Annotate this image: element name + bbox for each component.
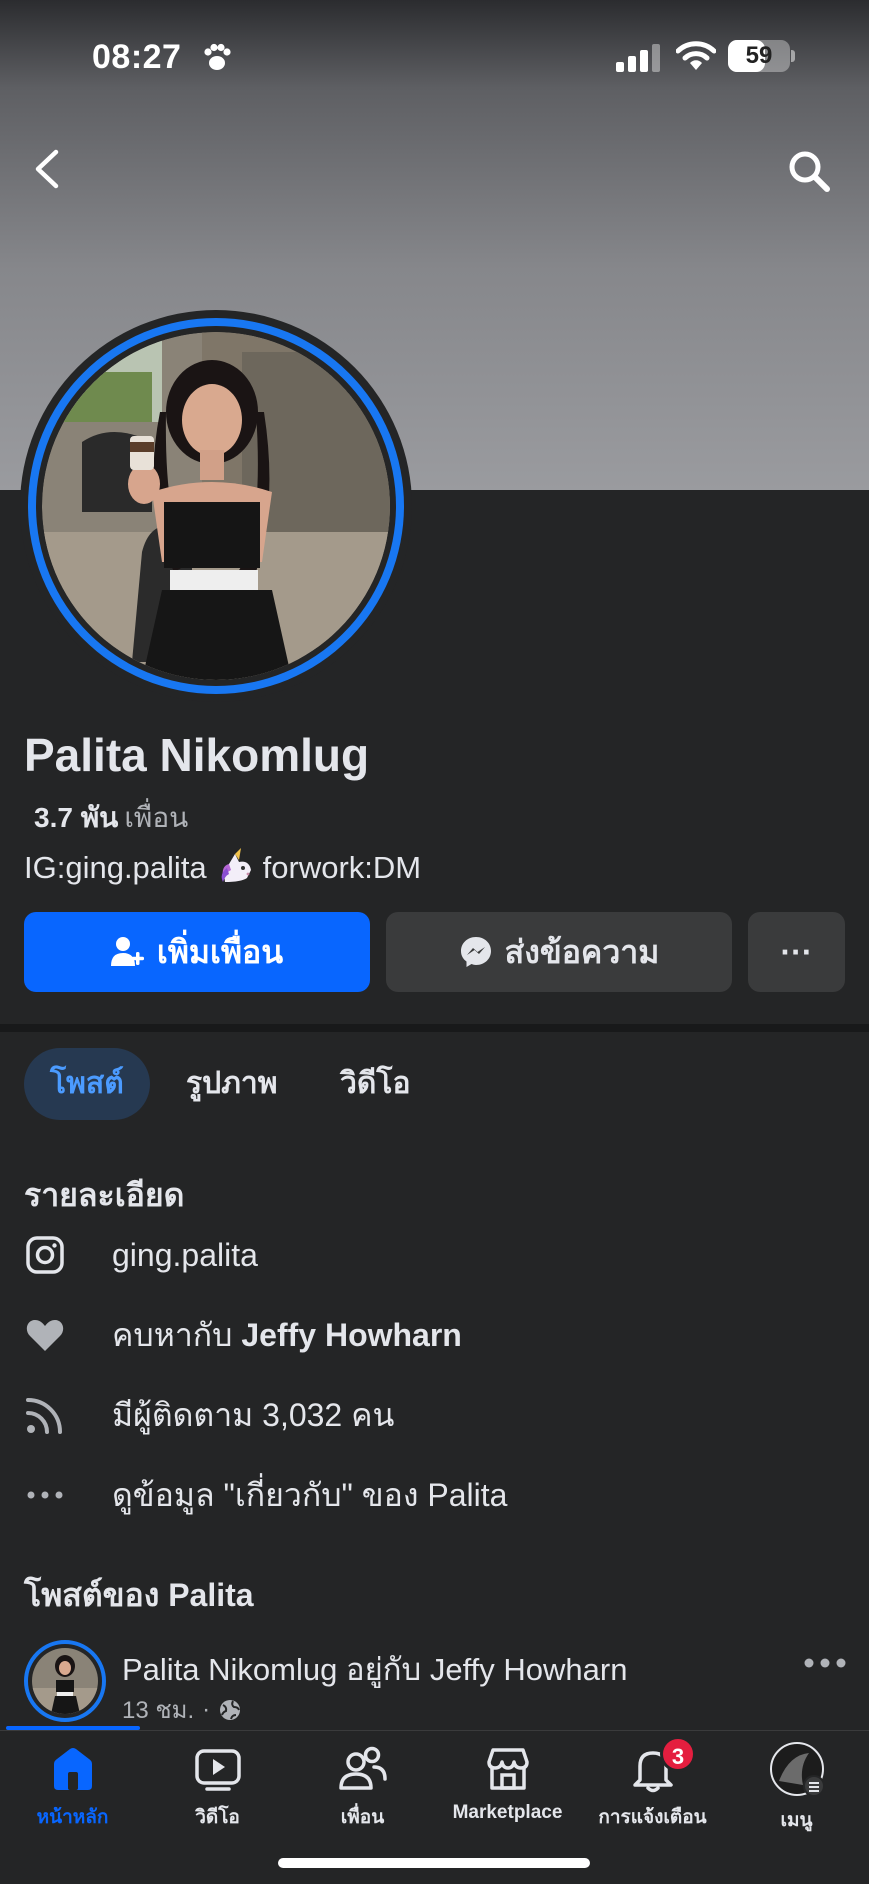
post-time[interactable]: 13 ชม. [122, 1690, 194, 1729]
post-author-name[interactable]: Palita Nikomlug [122, 1652, 337, 1687]
post-options-icon[interactable] [802, 1656, 848, 1670]
heart-icon [24, 1314, 66, 1356]
battery-tip [791, 50, 795, 62]
detail-about[interactable]: ดูข้อมูล "เกี่ยวกับ" ของ Palita [24, 1470, 507, 1520]
nav-marketplace-label: Marketplace [452, 1802, 563, 1823]
status-bar: 08:27 59 [0, 0, 869, 110]
detail-instagram[interactable]: ging.palita [24, 1230, 258, 1280]
post-header: Palita Nikomlug อยู่กับ Jeffy Howharn [122, 1644, 627, 1694]
bio-work: forwork:DM [262, 850, 422, 885]
tab-photos[interactable]: รูปภาพ [160, 1048, 304, 1120]
unicorn-emoji-icon [221, 848, 251, 882]
detail-followers[interactable]: มีผู้ติดตาม 3,032 คน [24, 1390, 394, 1440]
bio-instagram: IG:ging.palita [24, 850, 207, 885]
friends-count-value: 3.7 พัน [34, 802, 119, 833]
rss-icon [24, 1394, 66, 1436]
more-options-label: ··· [780, 933, 813, 970]
posts-title: โพสต์ของ Palita [24, 1577, 254, 1613]
home-icon [53, 1748, 92, 1790]
section-divider [0, 1024, 869, 1032]
nav-video-label: วิดีโอ [195, 1807, 240, 1828]
post-tagged-name[interactable]: Jeffy Howharn [430, 1652, 628, 1687]
globe-icon [220, 1699, 241, 1720]
nav-video[interactable]: วิดีโอ [145, 1744, 290, 1844]
profile-name: Palita Nikomlug [24, 729, 370, 781]
nav-home[interactable]: หน้าหลัก [0, 1744, 145, 1844]
instagram-icon [24, 1234, 66, 1276]
cellular-signal-icon [616, 44, 660, 72]
nav-menu[interactable]: เมนู [724, 1742, 869, 1844]
message-label: ส่งข้อความ [504, 933, 660, 970]
relationship-partner[interactable]: Jeffy Howharn [241, 1317, 461, 1353]
post-author-avatar[interactable] [24, 1640, 106, 1722]
nav-home-label: หน้าหลัก [36, 1807, 109, 1828]
menu-avatar-icon [769, 1742, 825, 1797]
story-ring [28, 318, 404, 694]
video-icon [194, 1749, 241, 1791]
back-icon[interactable] [28, 146, 68, 192]
friends-count-label: เพื่อน [124, 802, 189, 833]
tab-videos[interactable]: วิดีโอ [314, 1048, 436, 1120]
add-friend-button[interactable]: เพิ่มเพื่อน [24, 912, 370, 992]
details-title: รายละเอียด [24, 1177, 185, 1213]
messenger-icon [460, 937, 491, 967]
nav-friends-label: เพื่อน [340, 1807, 385, 1828]
relationship-prefix: คบหากับ [112, 1316, 233, 1353]
detail-relationship: คบหากับ Jeffy Howharn [24, 1310, 462, 1360]
battery-indicator: 59 [728, 40, 790, 72]
tab-posts[interactable]: โพสต์ [24, 1048, 150, 1120]
home-indicator [278, 1858, 590, 1868]
status-time: 08:27 [92, 38, 182, 76]
paw-icon [204, 43, 231, 70]
friends-count[interactable]: 3.7 พัน เพื่อน [34, 796, 188, 840]
post-with-label: อยู่กับ [346, 1652, 422, 1687]
post-author-photo [32, 1648, 98, 1714]
nav-notifications[interactable]: 3 การแจ้งเตือน [580, 1736, 725, 1844]
profile-avatar[interactable] [20, 310, 412, 702]
nav-marketplace[interactable]: Marketplace [435, 1744, 580, 1844]
add-friend-icon [110, 937, 144, 966]
more-options-button[interactable]: ··· [748, 912, 845, 992]
add-friend-label: เพิ่มเพื่อน [156, 933, 284, 970]
instagram-handle: ging.palita [112, 1236, 258, 1273]
nav-notifications-label: การแจ้งเตือน [598, 1807, 707, 1828]
post-meta: 13 ชม. · [122, 1690, 242, 1729]
nav-menu-label: เมนู [780, 1810, 813, 1831]
profile-screen: 08:27 59 Palita Nikomlug 3.7 พัน เพื่อน … [0, 0, 869, 1884]
more-horizontal-icon [24, 1474, 66, 1516]
nav-friends[interactable]: เพื่อน [290, 1744, 435, 1844]
profile-photo [42, 332, 390, 680]
friends-icon [338, 1746, 387, 1790]
wifi-icon [676, 41, 716, 70]
post-meta-separator: · [202, 1695, 211, 1723]
followers-count: มีผู้ติดตาม 3,032 คน [112, 1396, 395, 1433]
notifications-badge: 3 [660, 1736, 696, 1772]
profile-bio: IG:ging.palita forwork:DM [24, 848, 421, 886]
message-button[interactable]: ส่งข้อความ [386, 912, 732, 992]
search-icon[interactable] [786, 148, 832, 194]
marketplace-icon [486, 1748, 529, 1790]
about-link: ดูข้อมูล "เกี่ยวกับ" ของ Palita [112, 1476, 508, 1513]
battery-percent: 59 [745, 42, 773, 69]
